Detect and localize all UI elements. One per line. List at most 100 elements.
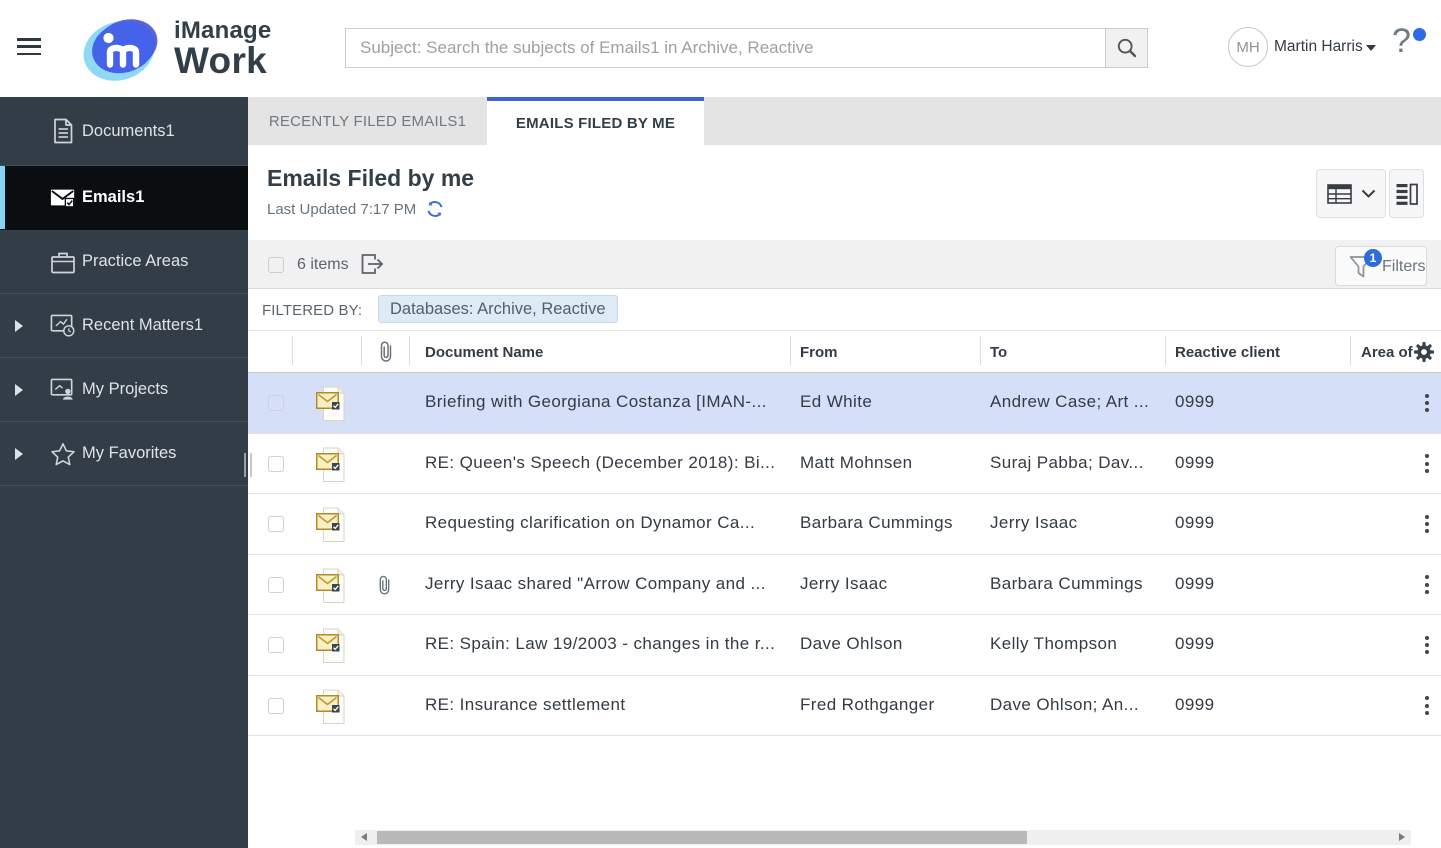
sidebar: Documents1 Emails1 Practice Areas Recent… [0,97,248,848]
cell-document-name[interactable]: Jerry Isaac shared "Arrow Company and ..… [425,574,783,594]
email-document-icon [316,386,346,427]
notification-dot [1413,28,1426,41]
column-header-area[interactable]: Area of [1361,344,1413,361]
cell-document-name[interactable]: RE: Queen's Speech (December 2018): Bi..… [425,453,783,473]
project-person-icon [50,377,76,403]
help-button[interactable]: ? [1392,22,1430,66]
sidebar-item-label: Recent Matters1 [82,316,204,334]
column-header-to[interactable]: To [990,344,1007,361]
cell-reactive-client: 0999 [1175,513,1215,532]
star-icon [50,441,76,467]
filter-chip-databases[interactable]: Databases: Archive, Reactive [378,295,618,323]
question-mark-icon: ? [1392,22,1411,60]
table-view-icon [1326,183,1352,204]
table-row[interactable]: RE: Queen's Speech (December 2018): Bi..… [248,433,1441,494]
email-check-icon [50,185,76,211]
expand-caret-icon[interactable] [15,447,23,460]
row-menu-button[interactable] [1420,692,1434,720]
magnifier-icon [1117,38,1136,58]
refresh-icon[interactable] [426,200,444,218]
tab-recently-filed-emails1[interactable]: RECENTLY FILED EMAILS1 [248,97,487,145]
horizontal-scrollbar[interactable] [355,830,1411,845]
expand-caret-icon[interactable] [15,319,23,332]
table-row[interactable]: Jerry Isaac shared "Arrow Company and ..… [248,554,1441,615]
sidebar-item-label: Practice Areas [82,252,189,270]
filters-button[interactable]: 1 Filters [1335,246,1427,286]
cell-to: Kelly Thompson [990,634,1118,653]
cell-document-name[interactable]: Briefing with Georgiana Costanza [IMAN-.… [425,392,783,412]
sidebar-item-label: My Projects [82,380,169,398]
search-bar [345,28,1148,68]
view-selector-button[interactable] [1316,169,1386,218]
cell-to: Barbara Cummings [990,573,1143,593]
column-header-from[interactable]: From [800,344,838,361]
cell-reactive-client: 0999 [1175,392,1215,411]
scroll-left-arrow-icon[interactable] [361,833,367,841]
filtered-by-label: FILTERED BY: [262,302,363,319]
cell-document-name[interactable]: Requesting clarification on Dynamor Ca..… [425,513,783,533]
row-checkbox[interactable] [268,516,284,532]
column-header-client[interactable]: Reactive client [1175,344,1280,361]
table-row[interactable]: RE: Insurance settlement Fred Rothganger… [248,675,1441,736]
filters-count-badge: 1 [1364,249,1382,267]
row-checkbox[interactable] [268,697,284,714]
page-title: Emails Filed by me [267,165,475,191]
cell-document-name[interactable]: RE: Spain: Law 19/2003 - changes in the … [425,634,783,654]
gear-icon [1414,342,1434,362]
hamburger-menu-button[interactable] [17,38,43,60]
expand-caret-icon[interactable] [15,383,23,396]
row-checkbox[interactable] [268,455,284,472]
tab-emails-filed-by-me[interactable]: EMAILS FILED BY ME [487,97,704,145]
search-button[interactable] [1105,28,1148,68]
search-input[interactable] [345,28,1105,68]
row-menu-button[interactable] [1420,450,1434,478]
sidebar-item-recent-matters1[interactable]: Recent Matters1 [0,294,248,358]
row-menu-button[interactable] [1420,631,1434,659]
row-checkbox[interactable] [268,395,284,411]
table-row[interactable]: Briefing with Georgiana Costanza [IMAN-.… [248,373,1441,434]
cell-document-name[interactable]: RE: Insurance settlement [425,695,783,715]
row-menu-button[interactable] [1420,389,1434,417]
user-avatar[interactable]: MH [1228,27,1268,67]
cell-from: Fred Rothganger [800,694,935,714]
scroll-right-arrow-icon[interactable] [1399,833,1405,841]
preview-panel-button[interactable] [1389,169,1424,218]
horizontal-scrollbar-thumb[interactable] [377,831,1027,844]
select-all-checkbox[interactable] [268,257,284,273]
imanage-logo-icon [83,19,158,81]
list-scrollbar-thumb[interactable] [250,453,252,477]
user-menu[interactable]: Martin Harris [1274,38,1363,56]
cell-from: Dave Ohlson [800,634,903,653]
export-button[interactable] [361,253,385,278]
list-toolbar: 6 items 1 Filters [248,240,1441,289]
row-checkbox[interactable] [268,576,284,593]
table-row[interactable]: RE: Spain: Law 19/2003 - changes in the … [248,615,1441,676]
sidebar-item-documents1[interactable]: Documents1 [0,97,248,166]
table-header: Document Name From To Reactive client Ar… [248,331,1441,373]
sidebar-item-practice-areas[interactable]: Practice Areas [0,230,248,294]
cell-from: Jerry Isaac [800,573,888,593]
table-row[interactable]: Requesting clarification on Dynamor Ca..… [248,494,1441,555]
avatar-initials: MH [1236,38,1260,56]
row-menu-button[interactable] [1420,571,1434,599]
sidebar-scrollbar-thumb[interactable] [244,453,246,477]
cell-reactive-client: 0999 [1175,694,1215,714]
email-list: Briefing with Georgiana Costanza [IMAN-.… [248,373,1441,736]
sidebar-item-label: Emails1 [82,188,145,206]
cell-to: Suraj Pabba; Dav... [990,452,1144,472]
column-settings-button[interactable] [1413,341,1435,366]
sidebar-item-emails1[interactable]: Emails1 [0,166,248,230]
column-header-name[interactable]: Document Name [425,344,543,361]
row-menu-button[interactable] [1420,510,1434,538]
cell-to: Dave Ohlson; An... [990,694,1139,714]
matter-clock-icon [50,313,76,339]
email-document-icon [316,447,346,488]
cell-reactive-client: 0999 [1175,452,1215,472]
chevron-down-icon[interactable] [1366,45,1376,51]
sidebar-item-my-favorites[interactable]: My Favorites [0,422,248,486]
sidebar-item-my-projects[interactable]: My Projects [0,358,248,422]
attachment-column-icon[interactable] [379,340,393,368]
row-checkbox[interactable] [268,637,284,653]
document-icon [50,118,76,144]
side-panel-icon [1396,183,1418,205]
